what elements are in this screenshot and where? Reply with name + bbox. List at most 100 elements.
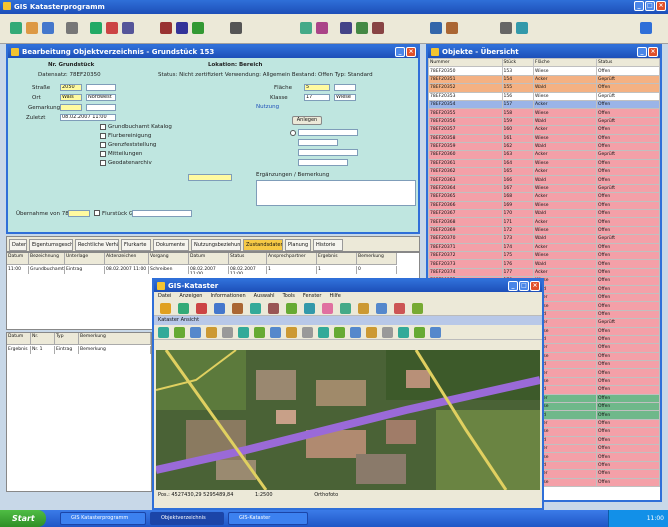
table-row[interactable]: 78EF20373 176 Wald Offen [428, 259, 661, 269]
close-button[interactable]: × [406, 47, 416, 57]
gis-tool-icon[interactable] [160, 303, 171, 314]
grid-column-header[interactable]: Ansprechpartner [267, 253, 317, 265]
maximize-button[interactable]: □ [519, 281, 529, 291]
back-icon[interactable] [90, 22, 102, 34]
option-checkbox-3[interactable] [100, 142, 106, 148]
option-checkbox-2[interactable] [100, 133, 106, 139]
task-item-2[interactable]: Objektverzeichnis [150, 512, 224, 525]
grid-column-header[interactable]: Ergebnis [317, 253, 357, 265]
table-row[interactable]: 78EF20366 169 Wiese Offen [428, 200, 661, 211]
sort-icon[interactable] [316, 22, 328, 34]
grid-column-header[interactable]: Datum [189, 253, 229, 265]
radio-field-4[interactable] [298, 159, 348, 166]
bottom-checkbox[interactable] [94, 210, 100, 216]
gemarkung-extra-field[interactable] [86, 104, 116, 111]
table-row[interactable]: 78EF20358 161 Wiese Offen [428, 133, 661, 143]
usage-field[interactable]: Wiese [334, 94, 356, 101]
option-checkbox-1[interactable] [100, 124, 106, 130]
grid-column-header[interactable]: Vorgang [149, 253, 189, 265]
gis-tool-icon[interactable] [232, 303, 243, 314]
minimize-button[interactable]: _ [634, 1, 644, 11]
grid-column-header[interactable]: Bemerkung [357, 253, 397, 265]
gis-tool-icon[interactable] [394, 303, 405, 314]
maximize-button[interactable]: □ [645, 1, 655, 11]
street-extra-field[interactable] [86, 84, 116, 91]
grid-column-header[interactable]: Datum [7, 253, 29, 265]
gis-tool-icon[interactable] [196, 303, 207, 314]
class-field[interactable]: 17 [304, 94, 330, 101]
menu-item[interactable]: Datei [158, 292, 171, 301]
grid-column-header[interactable]: Bemerkung [79, 333, 151, 345]
close-button[interactable]: × [648, 47, 658, 57]
gis-tool-icon[interactable] [268, 303, 279, 314]
zoom-icon[interactable] [372, 22, 384, 34]
column-header[interactable]: Status [595, 57, 661, 68]
table-row[interactable]: 78EF20355 158 Wiese Offen [428, 108, 661, 118]
save-icon[interactable] [42, 22, 54, 34]
last-modified-field[interactable]: 08.02.2007 11:00 [60, 114, 116, 121]
tab-3[interactable]: Flurkarte [121, 239, 151, 251]
gis-tool-icon[interactable] [304, 303, 315, 314]
table-row[interactable]: 78EF20351 154 Acker Geprüft [428, 74, 661, 85]
map-tool-icon[interactable] [350, 327, 361, 338]
gis-tool-icon[interactable] [214, 303, 225, 314]
table-row[interactable]: 78EF20369 172 Wiese Offen [428, 225, 661, 236]
gis-tool-icon[interactable] [358, 303, 369, 314]
menu-item[interactable]: Fenster [303, 292, 322, 301]
column-header[interactable]: Nummer [428, 57, 503, 68]
table-row[interactable]: 78EF20370 173 Wald Geprüft [428, 234, 661, 244]
table-row[interactable]: 78EF20357 160 Acker Offen [428, 125, 661, 135]
table-row[interactable]: 78EF20360 163 Acker Geprüft [428, 150, 661, 160]
table-row[interactable]: 78EF20374 177 Acker Offen [428, 267, 661, 278]
start-button[interactable]: Start [0, 510, 46, 527]
tab-7[interactable]: Planung [285, 239, 311, 251]
create-button[interactable]: Anlegen [292, 116, 322, 125]
paste-icon[interactable] [192, 22, 204, 34]
task-item-1[interactable]: GIS Katasterprogramm [60, 512, 146, 525]
map-tool-icon[interactable] [190, 327, 201, 338]
map-tool-icon[interactable] [286, 327, 297, 338]
map-tool-icon[interactable] [270, 327, 281, 338]
gemarkung-field[interactable] [60, 104, 82, 111]
cut-icon[interactable] [160, 22, 172, 34]
table-row[interactable]: 78EF20353 156 Wiese Geprüft [428, 91, 661, 101]
print-icon[interactable] [66, 22, 78, 34]
undo-icon[interactable] [230, 22, 242, 34]
map-tool-icon[interactable] [222, 327, 233, 338]
table-row[interactable]: 78EF20361 164 Wiese Offen [428, 158, 661, 169]
minimize-button[interactable]: _ [395, 47, 405, 57]
grid-column-header[interactable]: Nr. [31, 333, 55, 345]
tab-0[interactable]: Daten [9, 239, 27, 251]
gis-tool-icon[interactable] [178, 303, 189, 314]
area-field[interactable]: 5 [304, 84, 330, 91]
table-row[interactable]: 78EF20365 168 Acker Offen [428, 192, 661, 202]
delete-icon[interactable] [106, 22, 118, 34]
table-row[interactable]: 78EF20359 162 Wald Offen [428, 141, 661, 152]
map-tool-icon[interactable] [382, 327, 393, 338]
task-item-3[interactable]: GIS-Kataster [228, 512, 308, 525]
grid-column-header[interactable]: Status [229, 253, 267, 265]
table-row[interactable]: 78EF20352 155 Wald Offen [428, 83, 661, 93]
grid-column-header[interactable]: Typ [55, 333, 79, 345]
table-row[interactable]: 78EF20372 175 Wiese Offen [428, 250, 661, 261]
option-checkbox-5[interactable] [100, 160, 106, 166]
street-field[interactable]: 2050 [60, 84, 82, 91]
grid-column-header[interactable]: Bezeichnung [29, 253, 65, 265]
city-field[interactable]: Wals [60, 94, 82, 101]
notes-textarea[interactable] [256, 180, 416, 206]
tab-2[interactable]: Rechtliche Verhältnisse [75, 239, 119, 251]
grid-column-header[interactable]: Unterlage [65, 253, 105, 265]
menu-item[interactable]: Hilfe [329, 292, 340, 301]
table-row[interactable]: 78EF20362 165 Acker Offen [428, 167, 661, 177]
close-button[interactable]: × [530, 281, 540, 291]
map-view[interactable] [156, 350, 540, 490]
map-tool-icon[interactable] [302, 327, 313, 338]
radio-field-2[interactable] [298, 139, 338, 146]
import-icon[interactable] [446, 22, 458, 34]
map-tool-icon[interactable] [238, 327, 249, 338]
option-checkbox-4[interactable] [100, 151, 106, 157]
table-row[interactable]: 78EF20356 159 Wald Geprüft [428, 116, 661, 127]
table-row[interactable]: 78EF20363 166 Wald Offen [428, 175, 661, 185]
layer-icon[interactable] [356, 22, 368, 34]
gis-tool-icon[interactable] [376, 303, 387, 314]
